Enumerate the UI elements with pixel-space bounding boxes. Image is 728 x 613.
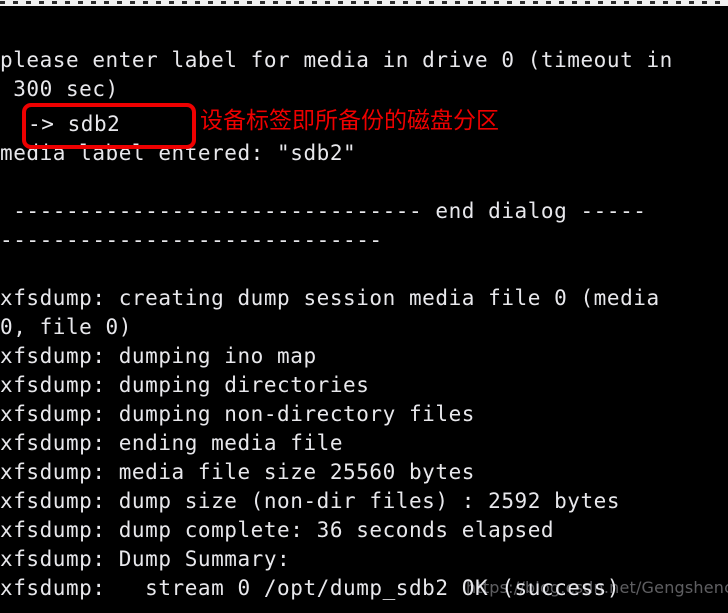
- terminal-line: xfsdump: dumping directories: [0, 373, 370, 397]
- terminal-line: xfsdump: creating dump session media fil…: [0, 286, 660, 310]
- terminal-screenshot: please enter label for media in drive 0 …: [0, 0, 728, 613]
- terminal-line: xfsdump: dumping non-directory files: [0, 402, 475, 426]
- terminal-line: please enter label for media in drive 0 …: [0, 48, 673, 72]
- terminal-line: 0, file 0): [0, 315, 132, 339]
- terminal-line: xfsdump: dumping ino map: [0, 344, 317, 368]
- terminal-line: xfsdump: dump size (non-dir files) : 259…: [0, 489, 621, 513]
- terminal-line-media-label-input: -> sdb2: [28, 112, 121, 136]
- marching-ants-dashed-line: [0, 1, 728, 4]
- terminal-line: xfsdump: ending media file: [0, 431, 344, 455]
- terminal-line: 300 sec): [0, 77, 119, 101]
- terminal-line-end-dialog: ------------------------------- end dial…: [0, 199, 647, 223]
- terminal-line: -----------------------------: [0, 228, 383, 252]
- terminal-line: xfsdump: media file size 25560 bytes: [0, 460, 475, 484]
- terminal-line: media label entered: "sdb2": [0, 141, 357, 165]
- terminal-line: xfsdump: dump complete: 36 seconds elaps…: [0, 518, 555, 542]
- watermark-text: https://blog.csdn.net/Gengshenchen: [466, 578, 728, 597]
- terminal-line: xfsdump: Dump Summary:: [0, 547, 291, 571]
- annotation-note-text: 设备标签即所备份的磁盘分区: [200, 108, 499, 134]
- terminal-output-area[interactable]: please enter label for media in drive 0 …: [0, 6, 728, 613]
